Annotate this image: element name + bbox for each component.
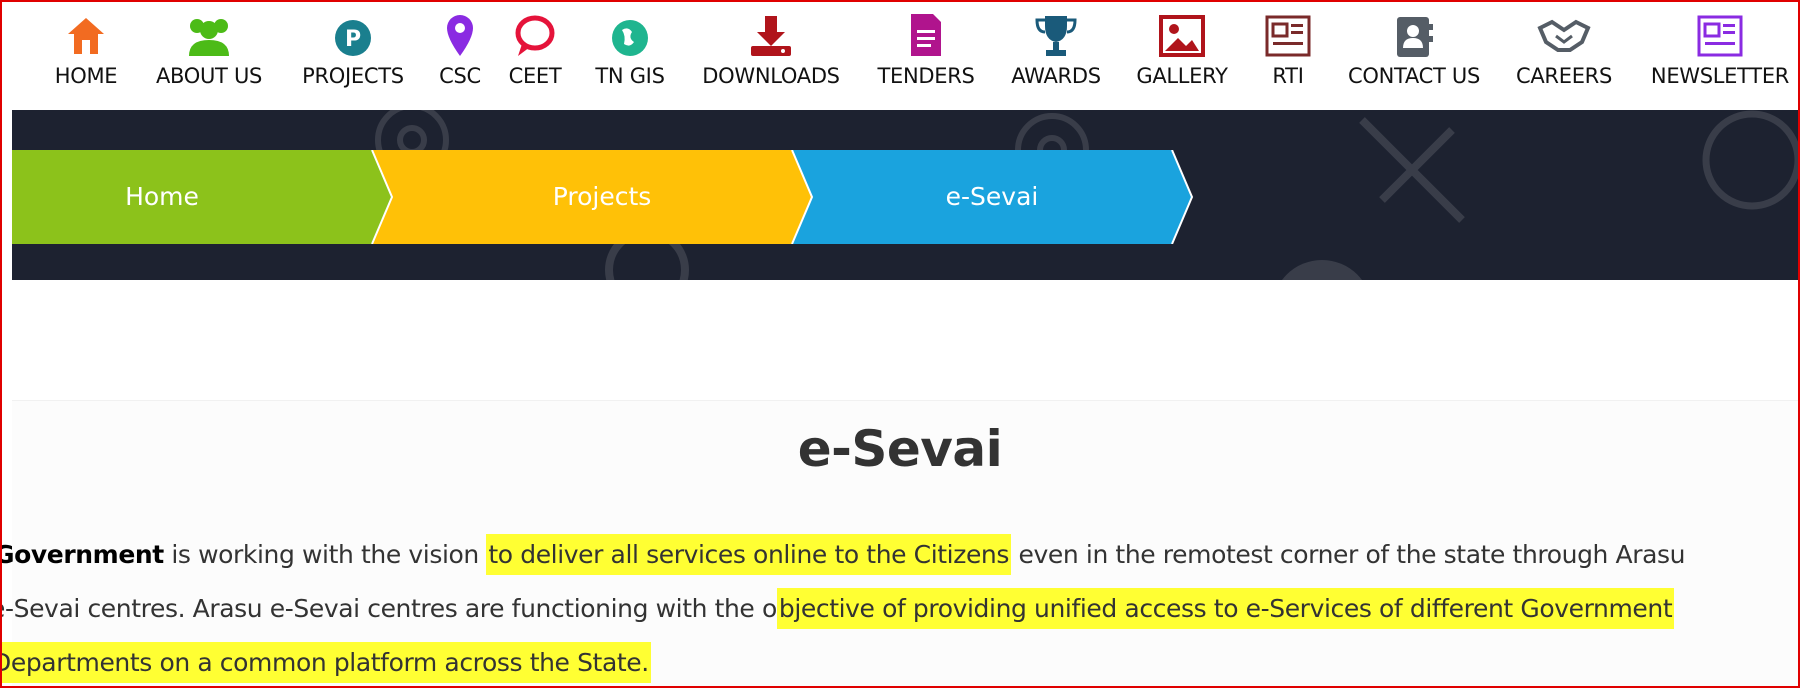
location-pin-icon bbox=[443, 2, 477, 58]
home-icon bbox=[64, 2, 108, 58]
nav-item-about-us[interactable]: ABOUT US bbox=[148, 2, 270, 110]
document-icon bbox=[907, 2, 945, 58]
rti-newspaper-icon bbox=[1264, 2, 1312, 58]
nav-item-awards[interactable]: AWARDS bbox=[1004, 2, 1108, 110]
browser-frame: HOME ABOUT US P PROJECTS CSC CEET TN GIS… bbox=[0, 0, 1800, 688]
nav-item-downloads[interactable]: DOWNLOADS bbox=[692, 2, 850, 110]
breadcrumb-link-home[interactable]: Home bbox=[12, 150, 312, 244]
trophy-icon bbox=[1033, 2, 1079, 58]
breadcrumb: Home Projects e-Sevai bbox=[12, 150, 1212, 244]
nav-item-csc[interactable]: CSC bbox=[434, 2, 486, 110]
top-navigation: HOME ABOUT US P PROJECTS CSC CEET TN GIS… bbox=[2, 2, 1798, 110]
projects-p-icon: P bbox=[331, 2, 375, 58]
paragraph-line-1: Government is working with the vision to… bbox=[0, 540, 1686, 569]
highlighted-text: Departments on a common platform across … bbox=[2, 648, 651, 677]
contact-book-icon bbox=[1393, 2, 1435, 58]
picture-icon bbox=[1158, 2, 1206, 58]
nav-item-home[interactable]: HOME bbox=[48, 2, 124, 110]
group-icon bbox=[181, 2, 237, 58]
emphasis-government: Government bbox=[0, 540, 164, 569]
highlighted-text: bjective of providing unified access to … bbox=[776, 594, 1675, 623]
chat-bubble-icon bbox=[512, 2, 558, 58]
brain-decoration-icon bbox=[1702, 110, 1798, 210]
highlighted-text: to deliver all services online to the Ci… bbox=[486, 540, 1011, 569]
nav-item-ceet[interactable]: CEET bbox=[504, 2, 566, 110]
paragraph-line-2: e-Sevai centres. Arasu e-Sevai centres a… bbox=[0, 594, 1675, 623]
nav-item-careers[interactable]: CAREERS bbox=[1510, 2, 1618, 110]
download-icon bbox=[747, 2, 795, 58]
breadcrumb-link-projects[interactable]: Projects bbox=[452, 150, 752, 244]
nav-item-projects[interactable]: P PROJECTS bbox=[296, 2, 410, 110]
globe-icon bbox=[608, 2, 652, 58]
newsletter-icon bbox=[1696, 2, 1744, 58]
page-title: e-Sevai bbox=[797, 420, 1003, 478]
nav-item-rti[interactable]: RTI bbox=[1260, 2, 1316, 110]
paragraph-line-3: Departments on a common platform across … bbox=[2, 648, 651, 677]
svg-text:P: P bbox=[345, 27, 361, 52]
nav-item-gallery[interactable]: GALLERY bbox=[1130, 2, 1234, 110]
circle-decoration-icon bbox=[1282, 260, 1362, 280]
nav-item-tn-gis[interactable]: TN GIS bbox=[586, 2, 674, 110]
handshake-icon bbox=[1536, 2, 1592, 58]
tools-decoration-icon bbox=[1359, 117, 1465, 223]
nav-item-tenders[interactable]: TENDERS bbox=[872, 2, 980, 110]
breadcrumb-current-e-sevai: e-Sevai bbox=[945, 182, 1039, 211]
nav-item-newsletter[interactable]: NEWSLETTER bbox=[1642, 2, 1798, 110]
nav-item-contact-us[interactable]: CONTACT US bbox=[1340, 2, 1488, 110]
